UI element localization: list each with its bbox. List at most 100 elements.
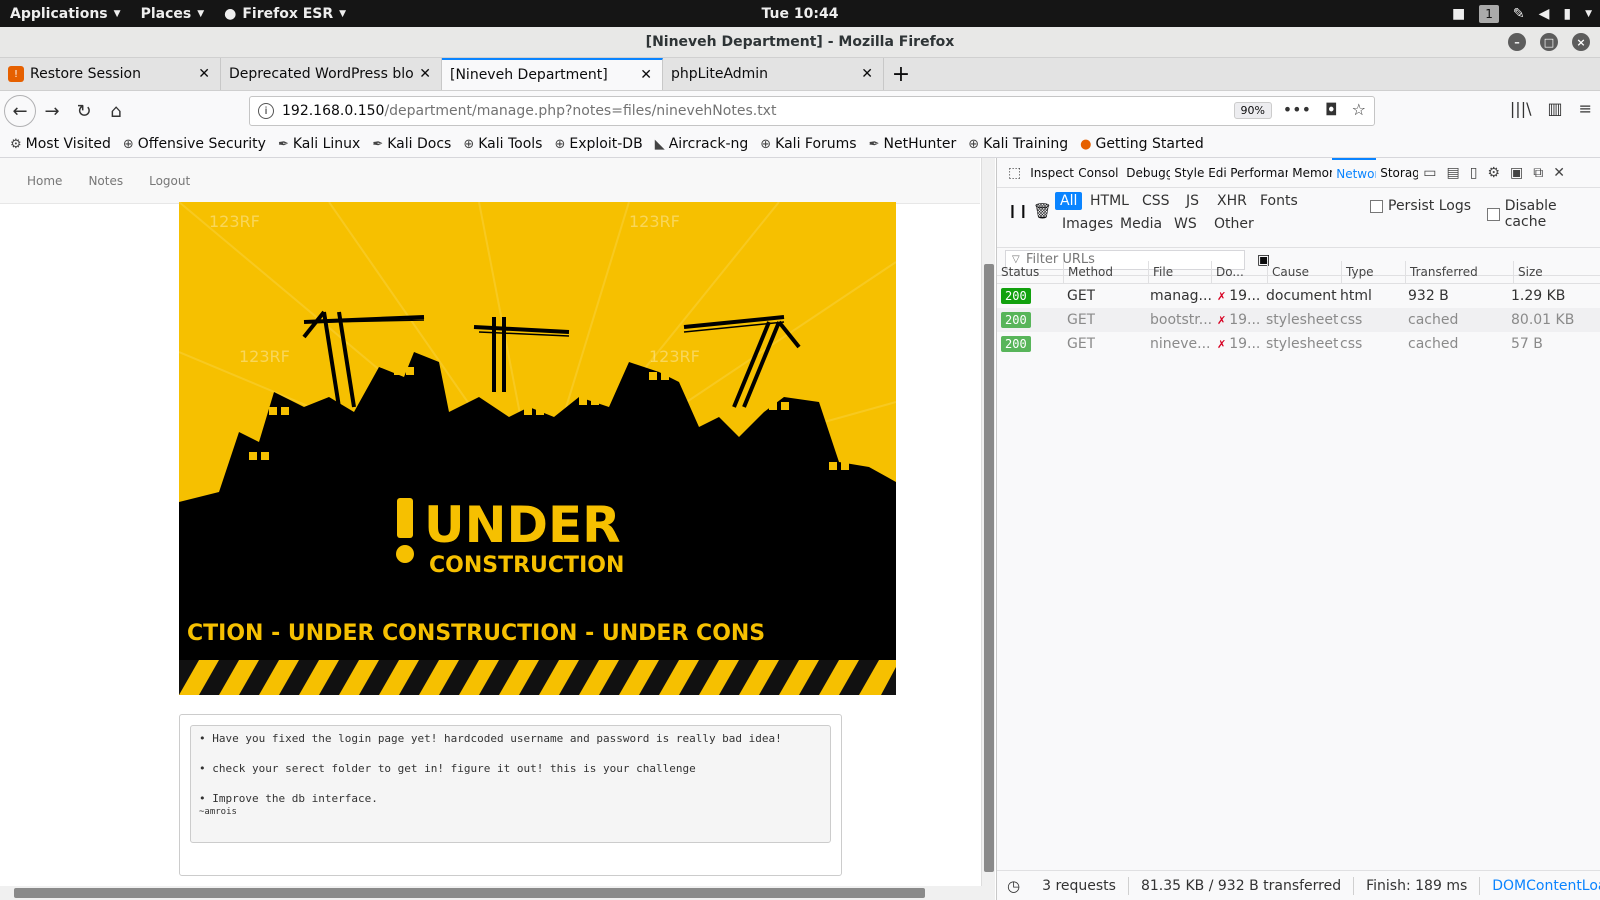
column-header-method[interactable]: Method <box>1063 261 1148 284</box>
bookmark-getting-started[interactable]: ● Getting Started <box>1080 136 1204 152</box>
clock[interactable]: Tue 10:44 <box>762 6 839 22</box>
filter-css[interactable]: CSS <box>1137 192 1175 210</box>
separate-window-icon[interactable]: ⧉ <box>1528 165 1548 181</box>
filter-media[interactable]: Media <box>1115 215 1167 233</box>
filter-all[interactable]: All <box>1055 192 1083 210</box>
column-header-type[interactable]: Type <box>1341 261 1405 284</box>
nav-link-notes[interactable]: Notes <box>75 174 136 188</box>
page-vertical-scrollbar[interactable] <box>981 158 995 888</box>
column-header-cause[interactable]: Cause <box>1267 261 1341 284</box>
devtools-tab-debugger[interactable]: Debugg <box>1122 166 1170 180</box>
pocket-icon[interactable]: ◘ <box>1325 100 1338 119</box>
persist-logs-checkbox[interactable]: Persist Logs <box>1370 198 1471 214</box>
reload-button[interactable]: ↻ <box>68 95 100 127</box>
trash-icon[interactable]: 🗑 <box>1033 202 1052 220</box>
close-icon[interactable]: ✕ <box>640 67 652 83</box>
bookmark-kali-linux[interactable]: ✒ Kali Linux <box>278 136 360 152</box>
scratchpad-icon[interactable]: ▤ <box>1441 165 1464 181</box>
bookmark-kali-tools[interactable]: ⊕ Kali Tools <box>463 136 542 152</box>
close-icon[interactable]: ✕ <box>198 66 210 82</box>
bookmark-exploit-db[interactable]: ⊕ Exploit-DB <box>554 136 642 152</box>
close-devtools-icon[interactable]: ✕ <box>1548 165 1570 181</box>
home-button[interactable]: ⌂ <box>100 95 132 127</box>
info-icon[interactable]: i <box>258 103 274 119</box>
settings-gear-icon[interactable]: ⚙ <box>1482 165 1505 181</box>
tab-wordpress-blog[interactable]: Deprecated WordPress blog ✕ <box>221 58 442 90</box>
tab-nineveh-department[interactable]: [Nineveh Department] ✕ <box>442 58 663 90</box>
new-tab-button[interactable]: + <box>884 58 918 90</box>
more-actions-icon[interactable]: ••• <box>1283 100 1311 119</box>
devtools-tab-performance[interactable]: Performan <box>1226 166 1288 180</box>
nav-link-home[interactable]: Home <box>14 174 75 188</box>
firefox-app-menu[interactable]: ● Firefox ESR ▼ <box>214 0 356 27</box>
bookmark-kali-training[interactable]: ⊕ Kali Training <box>968 136 1068 152</box>
filter-other[interactable]: Other <box>1209 215 1259 233</box>
scroll-thumb[interactable] <box>14 888 925 898</box>
devtools-tab-memory[interactable]: Memor <box>1288 166 1332 180</box>
bookmark-kali-forums[interactable]: ⊕ Kali Forums <box>760 136 856 152</box>
navigation-toolbar: ← → ↻ ⌂ i 192.168.0.150/department/manag… <box>0 91 1600 131</box>
workspace-indicator[interactable]: 1 <box>1479 4 1499 23</box>
bookmark-nethunter[interactable]: ✒ NetHunter <box>869 136 957 152</box>
library-icon[interactable]: |||\ <box>1510 99 1532 118</box>
maximize-button[interactable]: □ <box>1540 33 1558 51</box>
filter-js[interactable]: JS <box>1181 192 1204 210</box>
responsive-design-icon[interactable]: ▯ <box>1465 165 1483 181</box>
filter-ws[interactable]: WS <box>1169 215 1202 233</box>
back-button[interactable]: ← <box>4 95 36 127</box>
minimize-button[interactable]: – <box>1508 33 1526 51</box>
layout-icon[interactable]: ▭ <box>1418 165 1441 181</box>
tab-phpliteadmin[interactable]: phpLiteAdmin ✕ <box>663 58 884 90</box>
table-row[interactable]: 200 GET manag... ✗ 19... document html 93… <box>997 284 1600 308</box>
volume-icon[interactable]: ◀ <box>1539 6 1550 22</box>
chevron-down-icon[interactable]: ▼ <box>1585 9 1592 19</box>
forward-button[interactable]: → <box>36 95 68 127</box>
bookmark-star-icon[interactable]: ☆ <box>1352 100 1366 119</box>
disable-cache-checkbox[interactable]: Disable cache <box>1487 198 1600 230</box>
pause-icon[interactable]: ❙❙ <box>1007 204 1029 219</box>
table-row[interactable]: 200 GET bootstr... ✗ 19... stylesheet css… <box>997 308 1600 332</box>
bookmark-kali-docs[interactable]: ✒ Kali Docs <box>372 136 451 152</box>
devtools-tab-inspector[interactable]: Inspect <box>1026 166 1074 180</box>
nav-link-logout[interactable]: Logout <box>136 174 203 188</box>
scroll-thumb[interactable] <box>984 264 994 872</box>
hamburger-menu-icon[interactable]: ≡ <box>1579 99 1592 118</box>
devtools-tab-console[interactable]: Consol <box>1074 166 1122 180</box>
bookmark-aircrack-ng[interactable]: ◣ Aircrack-ng <box>655 136 749 152</box>
close-icon[interactable]: ✕ <box>419 66 431 82</box>
bookmark-most-visited[interactable]: ⚙ Most Visited <box>10 136 111 152</box>
devtools-tab-network[interactable]: Networ <box>1332 157 1377 188</box>
url-bar[interactable]: i 192.168.0.150/department/manage.php?no… <box>249 96 1375 126</box>
watermark: 123RF <box>239 347 290 366</box>
devtools-tab-style-editor[interactable]: Style Edit <box>1170 166 1226 180</box>
dock-bottom-icon[interactable]: ▣ <box>1505 165 1528 181</box>
filter-html[interactable]: HTML <box>1085 192 1134 210</box>
places-menu[interactable]: Places ▼ <box>131 0 215 27</box>
pen-icon[interactable]: ✎ <box>1513 6 1525 22</box>
filter-xhr[interactable]: XHR <box>1212 192 1252 210</box>
note-text: Have you fixed the login page yet! hardc… <box>212 732 782 745</box>
table-row[interactable]: 200 GET nineve... ✗ 19... stylesheet css … <box>997 332 1600 356</box>
checkbox-box[interactable] <box>1487 207 1500 221</box>
performance-analysis-icon[interactable]: ◷ <box>1007 877 1020 895</box>
column-header-status[interactable]: Status <box>997 261 1063 284</box>
checkbox-box[interactable] <box>1370 199 1383 213</box>
battery-icon[interactable]: ▮ <box>1563 6 1571 22</box>
zoom-indicator[interactable]: 90% <box>1233 102 1272 119</box>
column-header-transferred[interactable]: Transferred <box>1405 261 1513 284</box>
sidebar-icon[interactable]: ▥ <box>1547 99 1562 118</box>
video-icon[interactable]: ■ <box>1452 6 1465 22</box>
applications-menu[interactable]: Applications ▼ <box>0 0 131 27</box>
column-header-size[interactable]: Size <box>1513 261 1600 284</box>
page-horizontal-scrollbar[interactable] <box>0 886 995 900</box>
bookmark-offensive-security[interactable]: ⊕ Offensive Security <box>123 136 266 152</box>
pick-element-icon[interactable]: ⬚ <box>1003 165 1026 181</box>
filter-fonts[interactable]: Fonts <box>1255 192 1303 210</box>
filter-images[interactable]: Images <box>1057 215 1118 233</box>
close-icon[interactable]: ✕ <box>861 66 873 82</box>
column-header-domain[interactable]: Do... <box>1211 261 1267 284</box>
column-header-file[interactable]: File <box>1148 261 1211 284</box>
tab-restore-session[interactable]: ! Restore Session ✕ <box>0 58 221 90</box>
devtools-tab-storage[interactable]: Storag <box>1376 166 1418 180</box>
close-window-button[interactable]: × <box>1572 33 1590 51</box>
